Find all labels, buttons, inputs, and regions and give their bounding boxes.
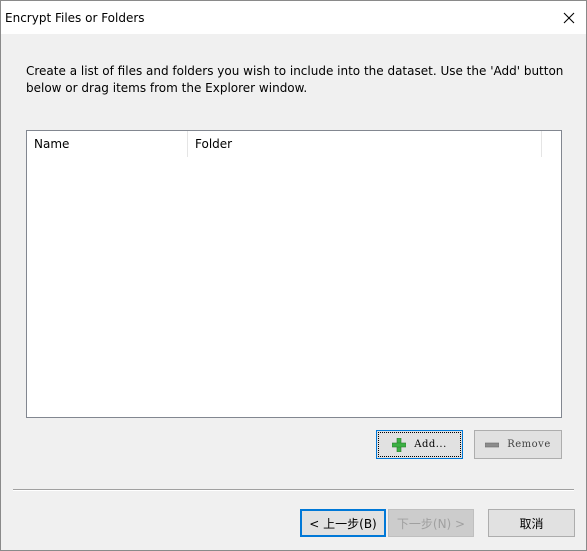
remove-button[interactable]: Remove bbox=[474, 430, 562, 459]
window-title: Encrypt Files or Folders bbox=[5, 11, 145, 25]
plus-icon bbox=[392, 437, 407, 452]
add-button[interactable]: Add... bbox=[376, 430, 463, 459]
file-list[interactable]: Name Folder bbox=[26, 130, 562, 418]
column-header-filler bbox=[542, 131, 561, 157]
close-button[interactable] bbox=[552, 1, 586, 34]
add-button-label: Add... bbox=[414, 439, 447, 450]
title-bar: Encrypt Files or Folders bbox=[1, 1, 586, 34]
column-header-folder[interactable]: Folder bbox=[188, 131, 542, 157]
list-header: Name Folder bbox=[27, 131, 561, 157]
close-icon bbox=[563, 12, 575, 23]
remove-button-label: Remove bbox=[507, 439, 551, 450]
next-button[interactable]: 下一步(N) > bbox=[388, 509, 474, 537]
add-button-focus: Add... bbox=[378, 432, 461, 457]
separator bbox=[13, 489, 574, 491]
instructions-text: Create a list of files and folders you w… bbox=[26, 64, 564, 95]
minus-icon bbox=[485, 442, 500, 447]
cancel-button[interactable]: 取消 bbox=[488, 509, 575, 537]
dialog-content: Create a list of files and folders you w… bbox=[1, 34, 586, 550]
column-header-name[interactable]: Name bbox=[27, 131, 188, 157]
back-button[interactable]: < 上一步(B) bbox=[300, 509, 386, 537]
dialog-window: Encrypt Files or Folders Create a list o… bbox=[0, 0, 587, 551]
list-body[interactable] bbox=[27, 157, 561, 417]
